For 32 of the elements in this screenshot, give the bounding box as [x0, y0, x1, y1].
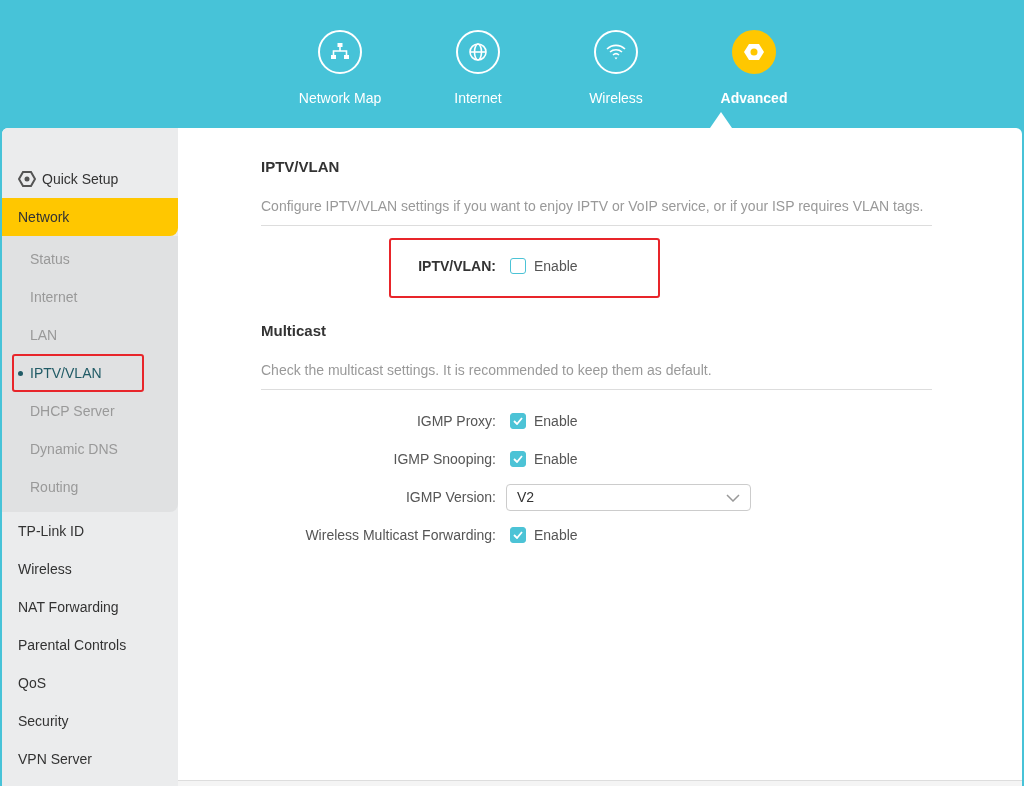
enable-checkbox[interactable]: Enable — [506, 410, 578, 432]
field-label: IGMP Proxy: — [415, 411, 497, 431]
chevron-down-icon — [726, 493, 740, 502]
checkmark-icon — [513, 455, 523, 463]
field-label: IGMP Snooping: — [392, 449, 497, 469]
sidebar-item[interactable]: Parental Controls — [2, 626, 178, 664]
globe-icon — [467, 41, 489, 63]
sidebar-item[interactable]: Security — [2, 702, 178, 740]
sidebar-item[interactable]: VPN Server — [2, 740, 178, 778]
version-select[interactable]: V2 — [506, 483, 751, 511]
section-description: Check the multicast settings. It is recommended to keep them as default. — [261, 360, 932, 390]
active-dot — [18, 371, 23, 376]
gear-icon — [743, 41, 765, 63]
checkmark-icon — [513, 531, 523, 539]
field-label: IPTV/VLAN: — [417, 256, 497, 276]
sidebar-item[interactable]: NAT Forwarding — [2, 588, 178, 626]
sidebar-item[interactable]: Network — [2, 198, 178, 236]
enable-checkbox[interactable]: Enable — [506, 255, 578, 277]
sidebar-item[interactable]: Wireless — [2, 550, 178, 588]
field-label: Wireless Multicast Forwarding: — [304, 525, 497, 545]
sidebar-item[interactable]: Quick Setup — [2, 160, 178, 198]
enable-checkbox[interactable]: Enable — [506, 524, 578, 546]
field-label: IGMP Version: — [405, 487, 497, 507]
enable-checkbox[interactable]: Enable — [506, 448, 578, 470]
gear-icon — [18, 171, 36, 187]
section-title: IPTV/VLAN — [261, 158, 341, 176]
checkmark-icon — [513, 417, 523, 425]
sidebar-subitem[interactable]: IPTV/VLAN — [2, 354, 178, 392]
section-description: Configure IPTV/VLAN settings if you want to enjoy IPTV or VoIP service, or if your ISP requires VLAN tags. — [261, 196, 932, 226]
sidebar-item[interactable]: QoS — [2, 664, 178, 702]
section-title: Multicast — [261, 322, 327, 340]
sidebar-item[interactable]: TP-Link ID — [2, 512, 178, 550]
